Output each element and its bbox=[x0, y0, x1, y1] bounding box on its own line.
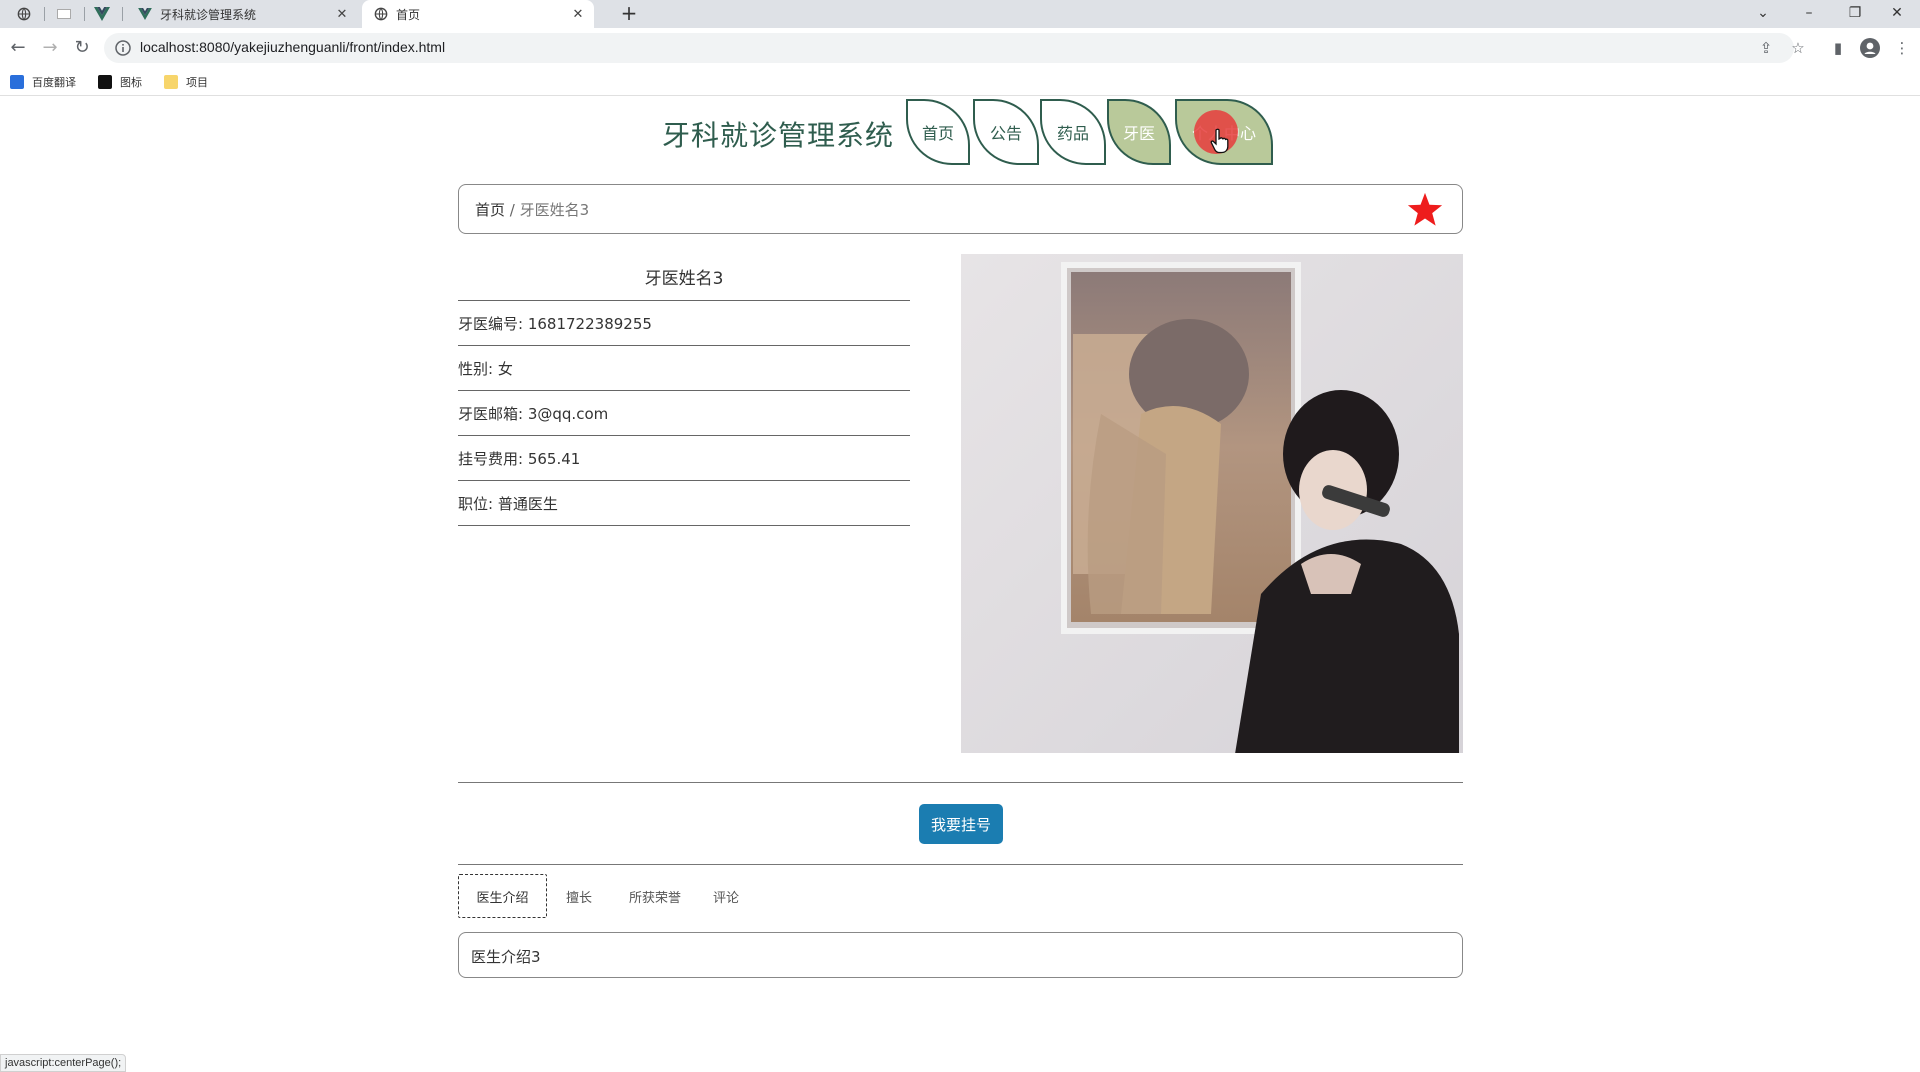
bookmark-label: 百度翻译 bbox=[32, 76, 76, 89]
field-gender: 性别: 女 bbox=[458, 346, 910, 391]
field-value: 1681722389255 bbox=[527, 315, 652, 333]
nav-dentist[interactable]: 牙医 bbox=[1107, 99, 1171, 165]
share-icon[interactable]: ⇪ bbox=[1754, 36, 1778, 60]
bookmark-baidu-translate[interactable]: 百度翻译 bbox=[10, 73, 76, 91]
translate-icon bbox=[10, 75, 24, 89]
info-icon bbox=[115, 40, 131, 56]
field-label: 牙医邮箱: bbox=[458, 405, 524, 423]
doctor-photo bbox=[961, 254, 1463, 753]
tab-doctor-intro[interactable]: 医生介绍 bbox=[458, 874, 547, 918]
browser-tab-strip: 牙科就诊管理系统 ✕ 首页 ✕ + ⌄ – ❐ ✕ bbox=[0, 0, 1920, 28]
vue-logo-icon bbox=[94, 7, 110, 21]
globe-icon bbox=[17, 7, 31, 21]
breadcrumb: 首页 / 牙医姓名3 bbox=[458, 184, 1463, 234]
breadcrumb-current: 牙医姓名3 bbox=[519, 201, 590, 219]
vue-logo-icon bbox=[138, 8, 152, 20]
close-icon[interactable]: ✕ bbox=[332, 7, 352, 22]
field-value: 565.41 bbox=[527, 450, 581, 468]
field-value: 3@qq.com bbox=[527, 405, 609, 423]
restore-button[interactable]: ❐ bbox=[1832, 0, 1878, 28]
divider bbox=[458, 864, 1463, 865]
globe-icon bbox=[374, 7, 388, 21]
intro-text: 医生介绍3 bbox=[471, 948, 541, 966]
tab-home[interactable]: 首页 ✕ bbox=[362, 0, 594, 28]
nav-home[interactable]: 首页 bbox=[906, 99, 970, 165]
image-icon bbox=[98, 75, 112, 89]
back-arrow-icon[interactable]: ← bbox=[6, 36, 30, 60]
divider bbox=[458, 782, 1463, 783]
field-email: 牙医邮箱: 3@qq.com bbox=[458, 391, 910, 436]
tab-yake-system[interactable]: 牙科就诊管理系统 ✕ bbox=[126, 0, 358, 28]
field-value: 女 bbox=[497, 360, 513, 378]
breadcrumb-separator: / bbox=[509, 201, 515, 219]
folder-icon bbox=[164, 75, 178, 89]
field-value: 普通医生 bbox=[497, 495, 558, 513]
bookmark-star-icon[interactable]: ☆ bbox=[1786, 36, 1810, 60]
field-label: 挂号费用: bbox=[458, 450, 524, 468]
field-label: 性别: bbox=[458, 360, 494, 378]
field-label: 职位: bbox=[458, 495, 494, 513]
hand-pointer-icon bbox=[1210, 128, 1229, 154]
field-label: 牙医编号: bbox=[458, 315, 524, 333]
pinned-tab-2[interactable] bbox=[48, 0, 80, 28]
breadcrumb-home-link[interactable]: 首页 bbox=[475, 201, 505, 219]
side-panel-icon[interactable]: ▮ bbox=[1826, 36, 1850, 60]
menu-kebab-icon[interactable]: ⋮ bbox=[1890, 36, 1914, 60]
bookmark-label: 图标 bbox=[120, 76, 142, 89]
tab-search-icon[interactable]: ⌄ bbox=[1740, 0, 1786, 28]
field-registration-fee: 挂号费用: 565.41 bbox=[458, 436, 910, 481]
doctor-name: 牙医姓名3 bbox=[644, 269, 724, 289]
profile-avatar-icon[interactable] bbox=[1858, 36, 1882, 60]
blank-page-icon bbox=[57, 9, 71, 19]
field-doctor-id: 牙医编号: 1681722389255 bbox=[458, 301, 910, 346]
bookmarks-bar: 百度翻译 图标 项目 bbox=[0, 68, 1920, 96]
book-appointment-button[interactable]: 我要挂号 bbox=[919, 804, 1003, 844]
intro-panel: 医生介绍3 bbox=[458, 932, 1463, 978]
nav-medicine[interactable]: 药品 bbox=[1040, 99, 1106, 165]
address-bar-row: ← → ↻ localhost:8080/yakejiuzhenguanli/f… bbox=[0, 28, 1920, 68]
bookmark-icons[interactable]: 图标 bbox=[98, 73, 142, 91]
field-position: 职位: 普通医生 bbox=[458, 481, 910, 526]
url-text: localhost:8080/yakejiuzhenguanli/front/i… bbox=[140, 39, 446, 55]
tab-honors[interactable]: 所获荣誉 bbox=[618, 874, 692, 918]
reload-icon[interactable]: ↻ bbox=[70, 36, 94, 60]
bookmark-label: 项目 bbox=[186, 76, 208, 89]
tab-title: 牙科就诊管理系统 bbox=[160, 7, 257, 22]
pinned-tab-3[interactable] bbox=[86, 0, 118, 28]
status-bar: javascript:centerPage(); bbox=[0, 1054, 127, 1072]
bookmark-project[interactable]: 项目 bbox=[164, 73, 208, 91]
new-tab-button[interactable]: + bbox=[615, 0, 643, 28]
site-title: 牙科就诊管理系统 bbox=[662, 119, 895, 152]
url-field[interactable]: localhost:8080/yakejiuzhenguanli/front/i… bbox=[104, 33, 1794, 63]
nav-announcement[interactable]: 公告 bbox=[973, 99, 1039, 165]
close-icon[interactable]: ✕ bbox=[568, 7, 588, 22]
minimize-button[interactable]: – bbox=[1786, 0, 1832, 28]
close-window-button[interactable]: ✕ bbox=[1874, 0, 1920, 28]
forward-arrow-icon[interactable]: → bbox=[38, 36, 62, 60]
favorite-star-icon[interactable] bbox=[1406, 191, 1444, 229]
tab-comments[interactable]: 评论 bbox=[698, 874, 754, 918]
tab-title: 首页 bbox=[396, 7, 421, 22]
tab-specialty[interactable]: 擅长 bbox=[554, 874, 604, 918]
pinned-tab-1[interactable] bbox=[8, 0, 40, 28]
